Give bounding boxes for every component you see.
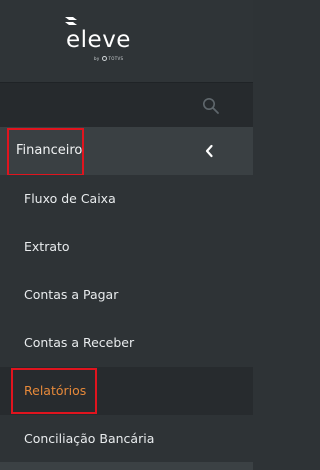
search-icon[interactable] <box>202 97 220 115</box>
section-label: Financeiro <box>16 143 83 158</box>
menu-item-relatorios[interactable]: Relatórios <box>0 367 253 415</box>
menu-item-label: Fluxo de Caixa <box>24 191 116 206</box>
menu-item-label: Relatórios <box>24 383 87 398</box>
chevron-left-icon[interactable] <box>204 144 214 158</box>
menu-item-label: Extrato <box>24 239 70 254</box>
byline-prefix: by <box>94 56 100 61</box>
search-bar <box>0 82 253 127</box>
brand-wordmark: eleve <box>66 27 131 53</box>
menu-item-conciliacao-bancaria[interactable]: Conciliação Bancária <box>0 415 253 463</box>
menu-item-label: Contas a Pagar <box>24 287 119 302</box>
totvs-logo-icon <box>101 56 107 61</box>
brand-byline: by TOTVS <box>94 56 123 61</box>
menu-item-contas-a-receber[interactable]: Contas a Receber <box>0 319 253 367</box>
brand-header: eleve by TOTVS <box>0 0 253 82</box>
byline-company: TOTVS <box>108 56 124 61</box>
menu-item-label: Conciliação Bancária <box>24 431 155 446</box>
bottom-divider <box>0 462 253 470</box>
menu-item-extrato[interactable]: Extrato <box>0 223 253 271</box>
menu-item-contas-a-pagar[interactable]: Contas a Pagar <box>0 271 253 319</box>
menu-item-label: Contas a Receber <box>24 335 135 350</box>
section-financeiro[interactable]: Financeiro <box>0 127 253 175</box>
menu-item-fluxo-de-caixa[interactable]: Fluxo de Caixa <box>0 175 253 223</box>
